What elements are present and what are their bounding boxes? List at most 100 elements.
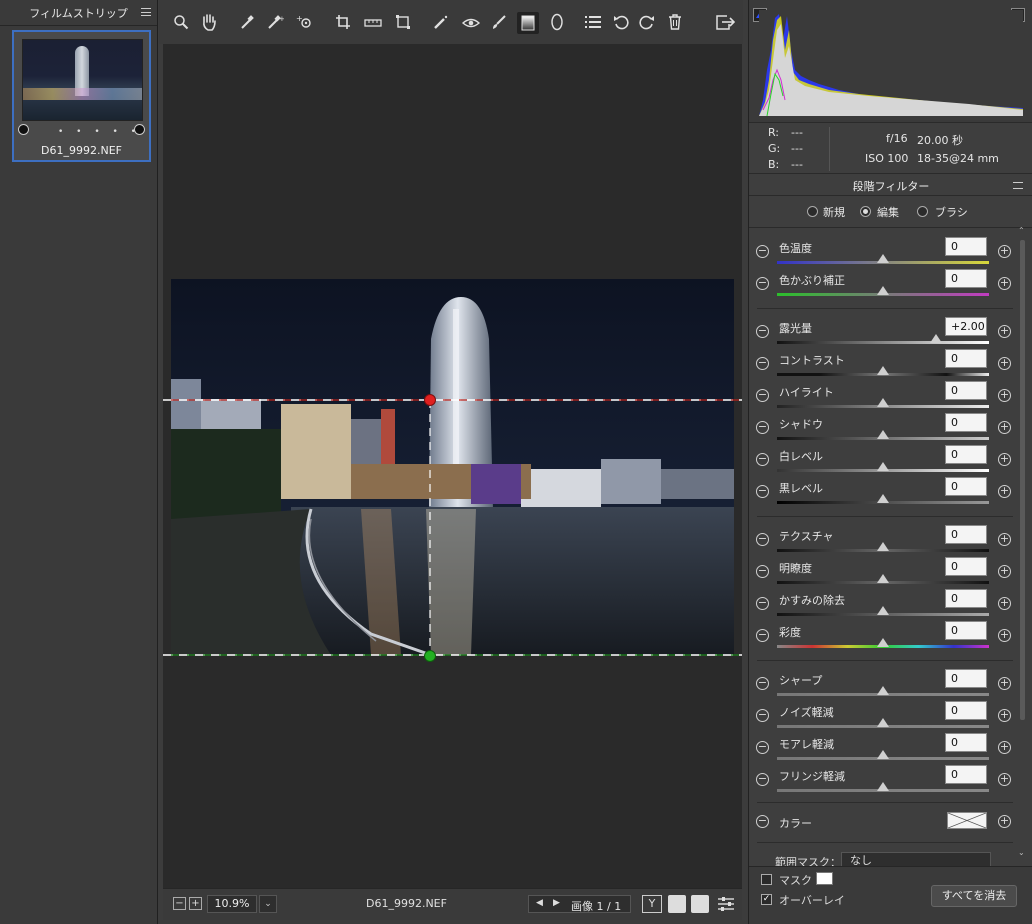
slider-minus-button[interactable]: −	[756, 709, 769, 722]
compare-view-button[interactable]: Y	[642, 895, 662, 913]
slider-knob[interactable]	[877, 254, 889, 263]
radial-filter-icon[interactable]	[547, 12, 567, 32]
slider-plus-button[interactable]: +	[998, 533, 1011, 546]
slider-value-input[interactable]: 0	[945, 701, 987, 720]
scroll-up-icon[interactable]: ⌃	[1018, 226, 1025, 235]
filter-top-pin[interactable]	[424, 394, 436, 406]
slider-knob[interactable]	[877, 686, 889, 695]
slider-value-input[interactable]: 0	[945, 589, 987, 608]
clear-all-button[interactable]: すべてを消去	[931, 885, 1017, 907]
slider-value-input[interactable]: 0	[945, 765, 987, 784]
open-preferences-icon[interactable]	[715, 12, 735, 32]
slider-value-input[interactable]: 0	[945, 621, 987, 640]
slider-value-input[interactable]: 0	[945, 445, 987, 464]
panel-menu-icon[interactable]	[1013, 182, 1023, 189]
overlay-checkbox[interactable]: ✓	[761, 894, 772, 905]
slider-knob[interactable]	[877, 286, 889, 295]
color-swatch[interactable]	[947, 812, 987, 829]
slider-value-input[interactable]: 0	[945, 557, 987, 576]
slider-minus-button[interactable]: −	[756, 677, 769, 690]
slider-knob[interactable]	[877, 430, 889, 439]
slider-plus-button[interactable]: +	[998, 773, 1011, 786]
target-adjust-icon[interactable]: +	[295, 12, 315, 32]
slider-plus-button[interactable]: +	[998, 389, 1011, 402]
prev-image-icon[interactable]: ◀	[536, 898, 543, 908]
slider-minus-button[interactable]: −	[756, 597, 769, 610]
slider-plus-button[interactable]: +	[998, 565, 1011, 578]
slider-plus-button[interactable]: +	[998, 277, 1011, 290]
slider-value-input[interactable]: 0	[945, 381, 987, 400]
slider-plus-button[interactable]: +	[998, 421, 1011, 434]
slider-knob[interactable]	[877, 574, 889, 583]
slider-knob[interactable]	[877, 750, 889, 759]
mask-color-swatch[interactable]	[816, 872, 833, 885]
slider-knob[interactable]	[877, 638, 889, 647]
slider-knob[interactable]	[877, 366, 889, 375]
next-image-icon[interactable]: ▶	[553, 898, 560, 908]
slider-minus-button[interactable]: −	[756, 357, 769, 370]
slider-value-input[interactable]: 0	[945, 269, 987, 288]
slider-value-input[interactable]: 0	[945, 733, 987, 752]
slider-plus-button[interactable]: +	[998, 677, 1011, 690]
slider-knob[interactable]	[930, 334, 942, 343]
slider-value-input[interactable]: 0	[945, 349, 987, 368]
mode-radio-brush[interactable]	[917, 206, 928, 217]
graduated-filter-overlay[interactable]	[163, 390, 742, 665]
slider-minus-button[interactable]: −	[756, 485, 769, 498]
mode-radio-new[interactable]	[807, 206, 818, 217]
graduated-filter-icon[interactable]	[517, 12, 539, 34]
color-sampler-icon[interactable]: +	[265, 12, 285, 32]
scroll-down-icon[interactable]: ⌄	[1018, 848, 1025, 857]
slider-plus-button[interactable]: +	[998, 629, 1011, 642]
zoom-level[interactable]: 10.9%	[207, 895, 257, 913]
slider-knob[interactable]	[877, 718, 889, 727]
slider-track[interactable]	[777, 341, 989, 344]
slider-minus-button[interactable]: −	[756, 773, 769, 786]
filter-bottom-pin[interactable]	[424, 650, 436, 662]
slider-value-input[interactable]: +2.00	[945, 317, 987, 336]
slider-plus-button[interactable]: +	[998, 741, 1011, 754]
slider-plus-button[interactable]: +	[998, 709, 1011, 722]
adjustment-brush-icon[interactable]	[489, 12, 509, 32]
slider-value-input[interactable]: 0	[945, 669, 987, 688]
slider-minus-button[interactable]: −	[756, 741, 769, 754]
slider-plus-button[interactable]: +	[998, 245, 1011, 258]
filmstrip-thumbnail[interactable]: • • • • • D61_9992.NEF	[12, 30, 151, 162]
slider-knob[interactable]	[877, 542, 889, 551]
slider-plus-button[interactable]: +	[998, 325, 1011, 338]
slider-minus-button[interactable]: −	[756, 389, 769, 402]
panel-scrollbar[interactable]: ⌃ ⌄	[1018, 226, 1026, 857]
slider-knob[interactable]	[877, 398, 889, 407]
preview-preferences-icon[interactable]	[717, 896, 735, 915]
slider-plus-button[interactable]: +	[998, 453, 1011, 466]
slider-plus-button[interactable]: +	[998, 357, 1011, 370]
zoom-icon[interactable]	[171, 12, 191, 32]
scrollbar-thumb[interactable]	[1020, 240, 1025, 720]
filmstrip-menu-icon[interactable]	[141, 8, 151, 16]
slider-minus-button[interactable]: −	[756, 565, 769, 578]
trash-icon[interactable]	[665, 12, 685, 32]
slider-value-input[interactable]: 0	[945, 477, 987, 496]
rotate-right-icon[interactable]	[637, 12, 657, 32]
slider-value-input[interactable]: 0	[945, 413, 987, 432]
zoom-dropdown-icon[interactable]: ⌄	[259, 895, 277, 913]
zoom-out-button[interactable]: −	[173, 897, 186, 910]
zoom-in-button[interactable]: +	[189, 897, 202, 910]
crop-icon[interactable]	[333, 12, 353, 32]
swap-settings-icon[interactable]	[668, 895, 686, 913]
white-balance-icon[interactable]	[237, 12, 257, 32]
slider-knob[interactable]	[877, 782, 889, 791]
slider-value-input[interactable]: 0	[945, 237, 987, 256]
slider-minus-button[interactable]: −	[756, 245, 769, 258]
slider-minus-button[interactable]: −	[756, 277, 769, 290]
copy-settings-icon[interactable]	[691, 895, 709, 913]
transform-icon[interactable]	[393, 12, 413, 32]
slider-minus-button[interactable]: −	[756, 533, 769, 546]
mask-checkbox[interactable]	[761, 874, 772, 885]
slider-minus-button[interactable]: −	[756, 453, 769, 466]
mode-radio-edit[interactable]	[860, 206, 871, 217]
slider-knob[interactable]	[877, 494, 889, 503]
hand-icon[interactable]	[199, 12, 219, 32]
rating-dots[interactable]: • • • • •	[58, 127, 141, 137]
red-eye-icon[interactable]	[461, 12, 481, 32]
